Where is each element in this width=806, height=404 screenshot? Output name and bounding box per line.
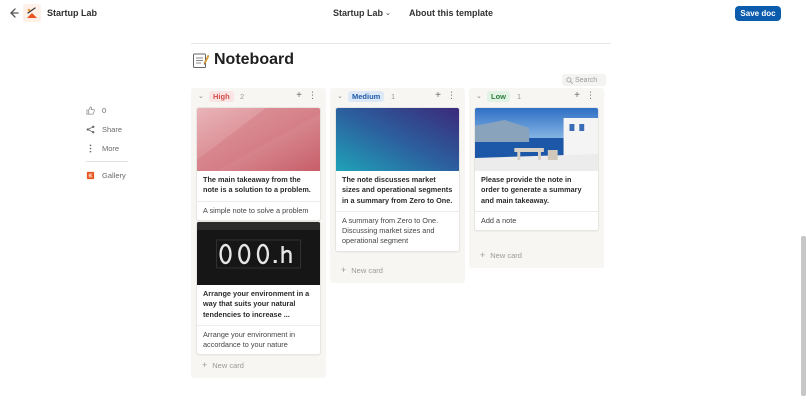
status-tag-high: High — [209, 91, 234, 102]
collapse-chevron-icon[interactable]: ⌄ — [337, 92, 343, 100]
card-title: Please provide the note in order to gene… — [481, 175, 582, 205]
column-menu-icon[interactable]: ⋮ — [447, 90, 456, 100]
new-card-label: New card — [212, 361, 244, 370]
add-card-icon[interactable]: + — [435, 90, 441, 101]
status-tag-medium: Medium — [348, 91, 385, 102]
divider — [191, 43, 611, 44]
add-card-icon[interactable]: + — [296, 90, 302, 101]
plus-icon: + — [202, 360, 208, 370]
column-header: ⌄ High 2 + ⋮ — [191, 88, 326, 106]
card-summary: A simple note to solve a problem — [203, 205, 309, 215]
card-summary: Add a note — [481, 215, 517, 225]
search-placeholder: Search — [575, 76, 598, 84]
more-label: More — [102, 144, 120, 153]
board-card[interactable]: The main takeaway from the note is a sol… — [196, 107, 321, 221]
card-cover-image — [197, 108, 320, 171]
page-scrollbar[interactable] — [801, 236, 806, 396]
card-title: The main takeaway from the note is a sol… — [203, 175, 311, 195]
card-title: The note discusses market sizes and oper… — [342, 175, 453, 205]
nav-about-link[interactable]: About this template — [409, 8, 493, 18]
like-count: 0 — [102, 106, 107, 115]
page-title: Noteboard — [214, 51, 294, 68]
plus-icon: + — [480, 250, 486, 260]
new-card-button[interactable]: + New card — [341, 265, 383, 275]
board-card[interactable]: Please provide the note in order to gene… — [474, 107, 599, 232]
collapse-chevron-icon[interactable]: ⌄ — [476, 92, 482, 100]
thumbs-up-icon — [86, 106, 95, 115]
board-column-medium: ⌄ Medium 1 + ⋮ The note discusses market… — [330, 88, 465, 283]
board-card[interactable]: The note discusses market sizes and oper… — [335, 107, 460, 252]
side-rail: 0 Share More Gallery — [86, 104, 146, 188]
card-cover-image — [475, 108, 598, 171]
app-logo-icon — [23, 4, 41, 22]
column-header: ⌄ Low 1 + ⋮ — [469, 88, 604, 106]
save-doc-button[interactable]: Save doc — [735, 6, 781, 21]
new-card-label: New card — [490, 251, 522, 260]
status-tag-low: Low — [487, 91, 510, 102]
like-button[interactable]: 0 — [86, 104, 146, 117]
share-button[interactable]: Share — [86, 123, 146, 136]
more-button[interactable]: More — [86, 142, 146, 155]
search-input[interactable]: Search — [562, 74, 606, 86]
more-vertical-icon — [89, 144, 92, 153]
column-count: 1 — [391, 92, 396, 101]
new-card-button[interactable]: + New card — [202, 360, 244, 370]
gallery-link[interactable]: Gallery — [86, 169, 146, 182]
gallery-label: Gallery — [102, 171, 126, 180]
board-column-low: ⌄ Low 1 + ⋮ Please provide the note in o… — [469, 88, 604, 268]
gallery-icon — [86, 171, 95, 180]
page-header: Noteboard — [192, 51, 294, 69]
card-summary: Arrange your environment in accordance t… — [203, 329, 296, 350]
card-summary: A summary from Zero to One. Discussing m… — [342, 215, 439, 246]
board-card[interactable]: Arrange your environment in a way that s… — [196, 221, 321, 356]
share-label: Share — [102, 125, 123, 134]
top-bar: Startup Lab Startup Lab ⌄ About this temp… — [0, 0, 806, 28]
card-title: Arrange your environment in a way that s… — [203, 289, 310, 319]
column-count: 1 — [517, 92, 522, 101]
column-count: 2 — [240, 92, 245, 101]
chevron-down-icon: ⌄ — [385, 10, 391, 17]
column-header: ⌄ Medium 1 + ⋮ — [330, 88, 465, 106]
search-icon — [566, 76, 573, 84]
column-menu-icon[interactable]: ⋮ — [586, 90, 595, 100]
new-card-button[interactable]: + New card — [480, 250, 522, 260]
collapse-chevron-icon[interactable]: ⌄ — [198, 92, 204, 100]
memo-icon — [193, 53, 209, 68]
board-column-high: ⌄ High 2 + ⋮ The main takeaway from the … — [191, 88, 326, 378]
new-card-label: New card — [351, 266, 383, 275]
add-card-icon[interactable]: + — [574, 90, 580, 101]
column-menu-icon[interactable]: ⋮ — [308, 90, 317, 100]
nav-template-menu[interactable]: Startup Lab ⌄ — [333, 8, 391, 18]
app-title: Startup Lab — [47, 8, 98, 18]
card-cover-image — [336, 108, 459, 171]
rail-divider — [86, 161, 128, 162]
back-arrow-icon[interactable] — [6, 6, 20, 20]
nav-template-label: Startup Lab — [333, 8, 384, 18]
share-icon — [86, 125, 95, 134]
card-cover-image — [197, 222, 320, 285]
plus-icon: + — [341, 265, 347, 275]
